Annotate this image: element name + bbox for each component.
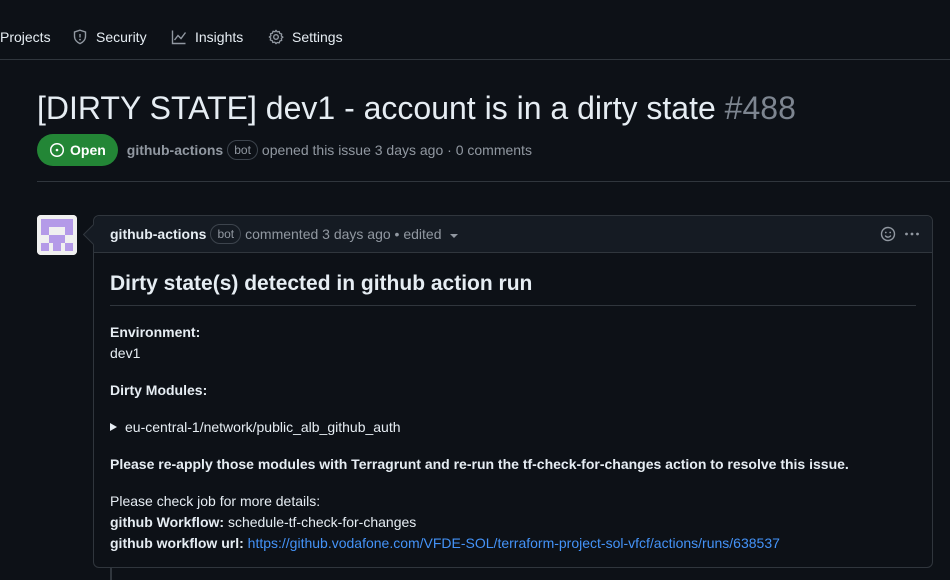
bot-label: bot <box>227 140 258 160</box>
nav-insights[interactable]: Insights <box>171 27 243 47</box>
instruction-text: Please re-apply those modules with Terra… <box>110 456 849 472</box>
comment: github-actions bot commented 3 days ago … <box>93 215 933 568</box>
issue-author[interactable]: github-actions <box>127 142 223 158</box>
environment-value: dev1 <box>110 345 141 361</box>
shield-icon <box>73 29 87 45</box>
module-name: eu-central-1/network/public_alb_github_a… <box>125 419 401 435</box>
issue-title-text: [DIRTY STATE] dev1 - account is in a dir… <box>37 90 716 126</box>
issue-title: [DIRTY STATE] dev1 - account is in a dir… <box>37 88 796 128</box>
dirty-modules-label: Dirty Modules: <box>110 382 208 398</box>
workflow-url-line: github workflow url: https://github.voda… <box>110 533 780 553</box>
comment-author[interactable]: github-actions <box>110 226 206 242</box>
issue-state-badge: Open <box>37 134 118 166</box>
add-reaction-button[interactable] <box>880 226 896 242</box>
graph-icon <box>171 30 187 45</box>
edited-dropdown-caret[interactable] <box>450 233 459 238</box>
disclosure-triangle-icon <box>110 423 117 431</box>
comment-meta-text: commented 3 days ago • edited <box>245 226 442 242</box>
smiley-icon <box>880 226 896 242</box>
module-details-toggle[interactable]: eu-central-1/network/public_alb_github_a… <box>110 417 401 437</box>
nav-security-label: Security <box>96 29 147 45</box>
workflow-label: github Workflow: <box>110 514 225 530</box>
workflow-url-link[interactable]: https://github.vodafone.com/VFDE-SOL/ter… <box>248 535 780 551</box>
environment-label: Environment: <box>110 324 201 340</box>
workflow-url-label: github workflow url: <box>110 535 244 551</box>
nav-projects[interactable]: Projects <box>0 27 51 47</box>
comment-heading: Dirty state(s) detected in github action… <box>110 271 916 306</box>
comment-bot-label: bot <box>210 224 242 244</box>
timeline-line <box>110 568 112 580</box>
gear-icon <box>268 29 284 45</box>
repo-nav: Projects Security Insights Settings <box>0 0 950 60</box>
issue-opened-icon <box>49 142 65 158</box>
issue-number: #488 <box>724 90 796 126</box>
nav-security[interactable]: Security <box>72 27 147 47</box>
nav-insights-label: Insights <box>195 29 244 45</box>
kebab-horizontal-icon <box>905 232 919 236</box>
details-text: Please check job for more details: <box>110 493 321 509</box>
issue-state-label: Open <box>70 142 106 158</box>
nav-settings[interactable]: Settings <box>268 27 343 47</box>
comment-options-button[interactable] <box>904 226 920 242</box>
nav-projects-label: Projects <box>0 29 51 45</box>
comment-header: github-actions bot commented 3 days ago … <box>94 216 932 253</box>
avatar[interactable] <box>37 215 77 255</box>
workflow-value: schedule-tf-check-for-changes <box>227 514 417 530</box>
header-divider <box>37 181 950 182</box>
workflow-line: github Workflow: schedule-tf-check-for-c… <box>110 512 416 532</box>
issue-meta: Open github-actions bot opened this issu… <box>37 134 532 166</box>
nav-settings-label: Settings <box>292 29 343 45</box>
issue-meta-text: opened this issue 3 days ago · 0 comment… <box>261 142 532 158</box>
avatar-identicon <box>37 215 77 255</box>
